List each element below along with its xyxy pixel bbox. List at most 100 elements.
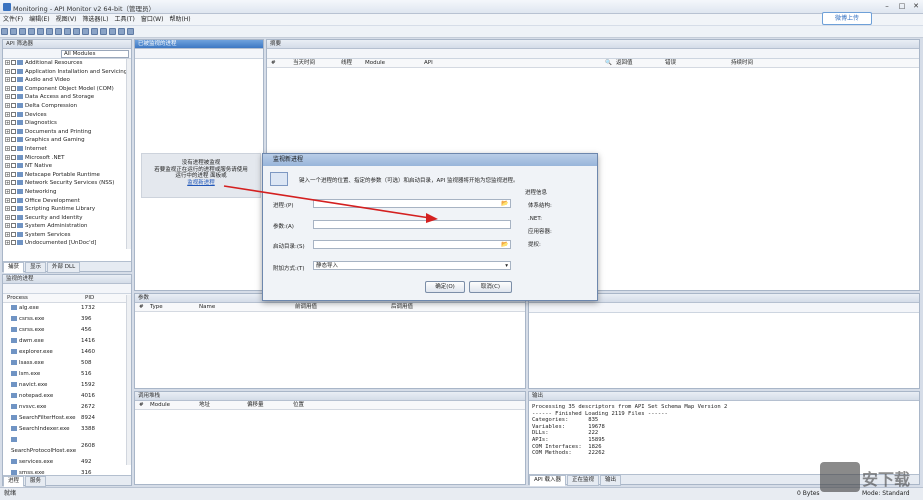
process-path-field[interactable] — [313, 199, 511, 208]
refresh-icon[interactable] — [73, 28, 80, 35]
args-field[interactable] — [313, 220, 511, 229]
expand-icon[interactable]: + — [5, 128, 10, 134]
process-row[interactable]: lsm.exe 516 — [3, 369, 123, 380]
menu-tools[interactable]: 工具(T) — [111, 14, 137, 25]
checkbox[interactable] — [11, 154, 16, 160]
api-category-item[interactable]: + Internet — [3, 145, 131, 154]
checkbox[interactable] — [11, 188, 16, 194]
checkbox[interactable] — [11, 180, 16, 186]
expand-icon[interactable]: + — [5, 240, 10, 246]
expand-icon[interactable]: + — [5, 154, 10, 160]
api-category-item[interactable]: + Network Security Services (NSS) — [3, 179, 131, 188]
tab-external-dll[interactable]: 外部 DLL — [47, 262, 81, 273]
filter-icon[interactable] — [37, 28, 44, 35]
cancel-button[interactable]: 取消(C) — [469, 281, 512, 293]
checkbox[interactable] — [11, 94, 16, 100]
api-category-item[interactable]: + Devices — [3, 111, 131, 120]
expand-icon[interactable]: + — [5, 197, 10, 203]
api-category-item[interactable]: + Microsoft .NET — [3, 154, 131, 163]
tab-api-loader[interactable]: API 载入器 — [529, 475, 566, 486]
checkbox[interactable] — [11, 128, 16, 134]
expand-icon[interactable]: + — [5, 111, 10, 117]
attach-method-select[interactable]: 静态导入 ▾ — [313, 261, 511, 270]
checkbox[interactable] — [11, 206, 16, 212]
checkbox[interactable] — [11, 68, 16, 74]
window-icon[interactable] — [46, 28, 53, 35]
checkbox[interactable] — [11, 163, 16, 169]
options-icon[interactable] — [91, 28, 98, 35]
api-category-item[interactable]: + Component Object Model (COM) — [3, 85, 131, 94]
checkbox[interactable] — [11, 85, 16, 91]
checkbox[interactable] — [11, 60, 16, 65]
process-row[interactable]: navict.exe 1592 — [3, 380, 123, 391]
api-category-item[interactable]: + Networking — [3, 188, 131, 197]
api-category-item[interactable]: + Application Installation and Servicing — [3, 68, 131, 77]
tab-monitoring[interactable]: 正在监视 — [566, 475, 599, 486]
process-row[interactable]: notepad.exe 4016 — [3, 391, 123, 402]
expand-icon[interactable]: + — [5, 180, 10, 186]
expand-icon[interactable]: + — [5, 214, 10, 220]
menu-window[interactable]: 窗口(W) — [138, 14, 167, 25]
checkbox[interactable] — [11, 197, 16, 203]
api-category-item[interactable]: + Netscape Portable Runtime — [3, 171, 131, 180]
process-row[interactable]: SearchIndexer.exe 3388 — [3, 424, 123, 435]
api-category-item[interactable]: + Diagnostics — [3, 119, 131, 128]
expand-icon[interactable]: + — [5, 102, 10, 108]
expand-icon[interactable]: + — [5, 94, 10, 100]
expand-icon[interactable]: + — [5, 68, 10, 74]
api-category-item[interactable]: + Security and Identity — [3, 214, 131, 223]
checkbox[interactable] — [11, 111, 16, 117]
checkbox[interactable] — [11, 77, 16, 83]
tab-capture[interactable]: 捕获 — [3, 262, 25, 273]
menu-filter[interactable]: 筛选器(L) — [79, 14, 111, 25]
checkbox[interactable] — [11, 223, 16, 229]
search-icon[interactable]: 🔍 — [605, 59, 612, 68]
process-scrollbar[interactable] — [126, 295, 131, 465]
expand-icon[interactable]: + — [5, 85, 10, 91]
checkbox[interactable] — [11, 102, 16, 108]
expand-icon[interactable]: + — [5, 60, 10, 65]
process-row[interactable]: csrss.exe 456 — [3, 325, 123, 336]
maximize-icon[interactable]: □ — [895, 2, 909, 11]
process-row[interactable]: explorer.exe 1460 — [3, 347, 123, 358]
api-category-item[interactable]: + Audio and Video — [3, 76, 131, 85]
api-category-item[interactable]: + Graphics and Gaming — [3, 136, 131, 145]
process-row[interactable]: dwm.exe 1416 — [3, 336, 123, 347]
expand-icon[interactable]: + — [5, 163, 10, 169]
api-category-item[interactable]: + Office Development — [3, 197, 131, 206]
menu-edit[interactable]: 编辑(E) — [26, 14, 52, 25]
checkbox[interactable] — [11, 120, 16, 126]
checkbox[interactable] — [11, 137, 16, 143]
api-category-item[interactable]: + Delta Compression — [3, 102, 131, 111]
expand-icon[interactable]: + — [5, 171, 10, 177]
expand-icon[interactable]: + — [5, 120, 10, 126]
api-category-item[interactable]: + Data Access and Storage — [3, 93, 131, 102]
monitor-icon[interactable] — [28, 28, 35, 35]
browse-folder-icon[interactable]: 📂 — [501, 200, 508, 207]
export-icon[interactable] — [82, 28, 89, 35]
layout-icon[interactable] — [55, 28, 62, 35]
browse-dir-icon[interactable]: 📂 — [501, 241, 508, 248]
expand-icon[interactable]: + — [5, 223, 10, 229]
api-category-item[interactable]: + Additional Resources — [3, 59, 131, 68]
help-icon[interactable] — [127, 28, 134, 35]
close-icon[interactable]: ✕ — [909, 2, 923, 11]
expand-icon[interactable]: + — [5, 137, 10, 143]
api-category-item[interactable]: + Undocumented [UnDoc'd] — [3, 239, 131, 248]
checkbox[interactable] — [11, 171, 16, 177]
open-icon[interactable] — [10, 28, 17, 35]
new-icon[interactable] — [1, 28, 8, 35]
process-row[interactable]: SearchProtocolHost.exe 2608 — [3, 435, 123, 457]
api-filter-scrollbar[interactable] — [126, 59, 131, 249]
tab-processes[interactable]: 进程 — [3, 476, 25, 487]
save-icon[interactable] — [19, 28, 26, 35]
api-category-item[interactable]: + System Administration — [3, 222, 131, 231]
checkbox[interactable] — [11, 231, 16, 237]
tab-output[interactable]: 输出 — [599, 475, 621, 486]
api-category-item[interactable]: + NT Native — [3, 162, 131, 171]
copy-icon[interactable] — [109, 28, 116, 35]
api-category-item[interactable]: + Documents and Printing — [3, 128, 131, 137]
expand-icon[interactable]: + — [5, 77, 10, 83]
process-row[interactable]: services.exe 492 — [3, 457, 123, 468]
process-row[interactable]: nvsvc.exe 2672 — [3, 402, 123, 413]
